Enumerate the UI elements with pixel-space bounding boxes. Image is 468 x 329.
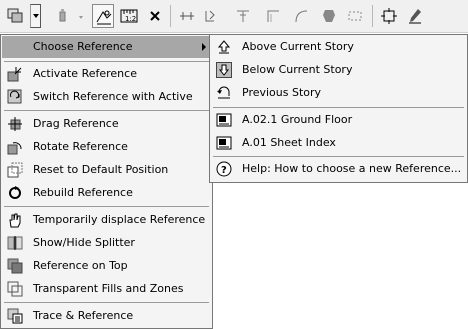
choose-reference-submenu: Above Current Story Below Current Story … [209, 34, 468, 183]
svg-text:1:2: 1:2 [125, 15, 136, 23]
select-tool[interactable] [344, 4, 366, 28]
submenu-item-label: Above Current Story [242, 40, 354, 53]
menu-item-label: Show/Hide Splitter [33, 236, 135, 249]
ruler-icon: 1:2 [120, 9, 138, 23]
menu-item-label: Reference on Top [33, 259, 128, 272]
menu-item-label: Choose Reference [33, 40, 133, 53]
switch-trace[interactable] [72, 4, 94, 28]
stacked-sheets-icon [7, 8, 23, 23]
previous-story-icon [217, 86, 230, 99]
rotate-reference-icon [7, 142, 22, 155]
submenu-item-previous-story[interactable]: Previous Story [211, 82, 466, 104]
menu-item-transparent-fills[interactable]: Transparent Fills and Zones [2, 278, 211, 300]
submenu-separator [213, 107, 464, 108]
menu-item-label: Activate Reference [33, 67, 137, 80]
submenu-item-above-story[interactable]: Above Current Story [211, 36, 466, 58]
submenu-item-below-story[interactable]: Below Current Story [211, 59, 466, 81]
svg-text:?: ? [221, 165, 227, 176]
reference-menu: Choose Reference Activate Reference Swit… [0, 34, 213, 329]
layout-sheet-icon [216, 113, 232, 127]
menu-item-label: Trace & Reference [33, 309, 134, 322]
submenu-item-label: A.01 Sheet Index [242, 136, 336, 149]
splitter-icon [7, 236, 23, 250]
layout-sheet-icon [216, 136, 232, 150]
menu-item-switch-reference[interactable]: Switch Reference with Active [2, 86, 211, 108]
compare-reference[interactable] [92, 4, 114, 28]
fillet-tool[interactable] [290, 4, 312, 28]
menu-item-choose-reference[interactable]: Choose Reference [2, 36, 211, 58]
submenu-arrow-icon [202, 43, 206, 51]
menu-item-drag-reference[interactable]: Drag Reference [2, 113, 211, 135]
align-tool[interactable] [232, 4, 254, 28]
menu-separator [4, 110, 209, 111]
close-icon [150, 11, 160, 21]
rotate-tool[interactable] [200, 4, 222, 28]
move-tool[interactable] [176, 4, 198, 28]
drag-reference-icon [8, 117, 22, 131]
submenu-item-label: Below Current Story [242, 63, 353, 76]
menu-separator [4, 61, 209, 62]
ruler-button[interactable]: 1:2 [118, 4, 140, 28]
trace-reference-icon [7, 308, 23, 324]
switch-icon [79, 16, 83, 19]
transparent-fills-icon [7, 281, 23, 297]
reference-on-top-icon [7, 258, 23, 274]
submenu-item-label: A.02.1 Ground Floor [242, 113, 353, 126]
menu-item-temporarily-displace[interactable]: Temporarily displace Reference [2, 209, 211, 231]
help-icon: ? [216, 161, 232, 177]
menu-separator [4, 302, 209, 303]
reference-toolbar: 1:2 [0, 0, 468, 33]
chevron-down-icon [33, 14, 39, 18]
menu-item-rebuild-reference[interactable]: Rebuild Reference [2, 182, 211, 204]
settings-tool[interactable] [378, 4, 400, 28]
submenu-item-label: Help: How to choose a new Reference... [242, 162, 462, 175]
submenu-separator [213, 156, 464, 157]
menu-item-label: Rotate Reference [33, 140, 128, 153]
trace-icon [59, 9, 66, 22]
hand-icon [9, 213, 21, 228]
submenu-item-sheet-index[interactable]: A.01 Sheet Index [211, 132, 466, 154]
submenu-item-help[interactable]: ? Help: How to choose a new Reference... [211, 158, 466, 180]
toolbar-separator [372, 5, 373, 27]
close-reference[interactable] [144, 4, 166, 28]
slab-icon [323, 10, 335, 22]
menu-item-label: Reset to Default Position [33, 163, 169, 176]
rotate-icon [205, 10, 215, 22]
toolbar-separator [170, 5, 171, 27]
reference-dropdown-arrow[interactable] [30, 4, 41, 28]
trace-on-off[interactable] [52, 4, 74, 28]
activate-reference-icon [7, 67, 22, 82]
menu-item-rotate-reference[interactable]: Rotate Reference [2, 136, 211, 158]
align-icon [237, 10, 249, 22]
switch-reference-icon [7, 89, 22, 104]
settings-icon [381, 8, 397, 24]
menu-item-label: Temporarily displace Reference [33, 213, 206, 226]
menu-separator [4, 206, 209, 207]
move-icon [180, 12, 194, 20]
reset-position-icon [7, 162, 23, 178]
rebuild-icon [9, 186, 21, 199]
menu-item-activate-reference[interactable]: Activate Reference [2, 63, 211, 85]
pencil-icon [409, 9, 421, 24]
offset-tool[interactable] [262, 4, 284, 28]
reference-button[interactable] [4, 4, 26, 28]
compare-icon [96, 10, 112, 25]
menu-item-label: Rebuild Reference [33, 186, 133, 199]
arrow-down-icon [216, 62, 232, 78]
menu-item-label: Drag Reference [33, 117, 119, 130]
arrow-up-icon [217, 40, 231, 54]
pencil-tool[interactable] [404, 4, 426, 28]
menu-item-label: Transparent Fills and Zones [33, 282, 184, 295]
menu-item-reset-position[interactable]: Reset to Default Position [2, 159, 211, 181]
slab-tool[interactable] [318, 4, 340, 28]
menu-item-label: Switch Reference with Active [33, 90, 193, 103]
menu-item-show-hide-splitter[interactable]: Show/Hide Splitter [2, 232, 211, 254]
offset-icon [267, 10, 279, 22]
menu-item-trace-reference[interactable]: Trace & Reference [2, 305, 211, 327]
select-icon [348, 11, 362, 21]
submenu-item-ground-floor[interactable]: A.02.1 Ground Floor [211, 109, 466, 131]
fillet-icon [295, 10, 308, 23]
menu-item-reference-on-top[interactable]: Reference on Top [2, 255, 211, 277]
submenu-item-label: Previous Story [242, 86, 322, 99]
